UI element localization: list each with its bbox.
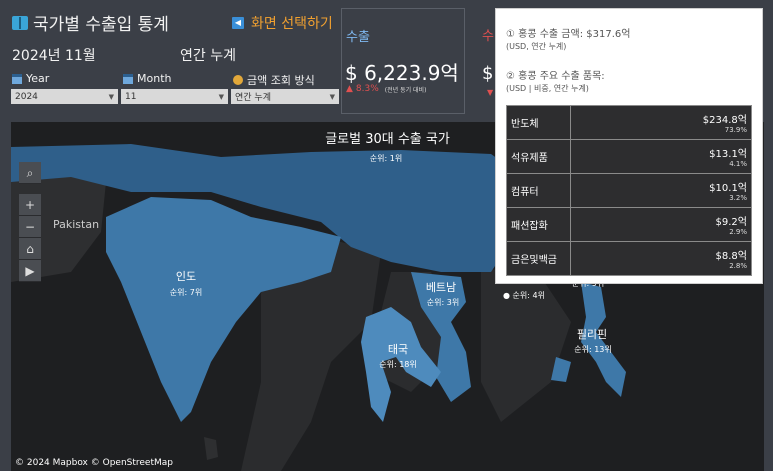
calendar-icon [123, 73, 133, 84]
play-back-icon: ◀ [232, 17, 244, 29]
export-kpi-title: 수출 [346, 30, 370, 45]
month-select[interactable]: 11 ▼ [121, 89, 228, 104]
hongkong-rank-label[interactable]: ● 순위: 4위 [503, 290, 553, 301]
tooltip-export-amount: ① 홍콩 수출 금액: $317.6억 [506, 29, 631, 40]
tooltip-items-table: 반도체 $234.8억 73.9% 석유제품 $13.1억 4.1% 컴퓨터 $10… [506, 105, 752, 276]
period-label: 연간 누계 [180, 48, 236, 64]
zoom-in-button[interactable]: + [19, 194, 41, 216]
search-icon: ⌕ [26, 166, 34, 180]
table-row: 석유제품 $13.1억 4.1% [506, 139, 752, 174]
chevron-down-icon: ▼ [218, 92, 224, 101]
india-name-label[interactable]: 인도 [161, 268, 211, 284]
philippines-name-label[interactable]: 필리핀 [567, 326, 617, 342]
thailand-rank-label[interactable]: 순위: 18위 [366, 359, 430, 370]
play-icon: ▶ [25, 264, 35, 278]
china-rank-label[interactable]: 순위: 1위 [356, 153, 416, 164]
location-dot-icon: ● [503, 291, 510, 300]
amount-mode-filter-label: 금액 조회 방식 [233, 72, 315, 88]
zoom-out-button[interactable]: − [19, 216, 41, 238]
chevron-down-icon: ▼ [108, 92, 114, 101]
year-select[interactable]: 2024 ▼ [11, 89, 118, 104]
tooltip-export-amount-note: (USD, 연간 누계) [506, 42, 567, 51]
hongkong-tooltip: ① 홍콩 수출 금액: $317.6억 (USD, 연간 누계) ② 홍콩 주요… [495, 8, 763, 284]
minus-icon: − [24, 220, 36, 234]
calendar-icon [12, 73, 22, 84]
thailand-name-label[interactable]: 태국 [373, 341, 423, 357]
date-label: 2024년 11월 [12, 48, 96, 64]
export-kpi-change: ▲ 8.3% (전년 동기 대비) [346, 84, 427, 94]
table-row: 금은및백금 $8.8억 2.8% [506, 241, 752, 276]
import-kpi-title: 수 [482, 29, 494, 44]
coin-icon [233, 75, 243, 85]
book-icon [12, 15, 28, 30]
home-icon: ⌂ [26, 242, 34, 256]
map-attribution[interactable]: © 2024 Mapbox © OpenStreetMap [15, 458, 173, 468]
table-row: 반도체 $234.8억 73.9% [506, 105, 752, 140]
tooltip-items-note: (USD | 비중, 연간 누계) [506, 84, 589, 93]
philippines-rank-label[interactable]: 순위: 13위 [561, 344, 625, 355]
table-row: 컴퓨터 $10.1억 3.2% [506, 173, 752, 208]
table-row: 패션잡화 $9.2억 2.9% [506, 207, 752, 242]
map-expand-button[interactable]: ▶ [19, 260, 41, 282]
month-filter-label: Month [123, 72, 171, 85]
tooltip-items-title: ② 홍콩 주요 수출 품목: [506, 71, 605, 82]
page-title: 국가별 수출입 통계 [12, 10, 169, 35]
import-kpi-value: $ [482, 63, 494, 84]
screen-select-button[interactable]: ◀ 화면 선택하기 [232, 13, 333, 33]
page-title-text: 국가별 수출입 통계 [33, 15, 169, 35]
triangle-up-icon: ▲ [346, 84, 353, 94]
triangle-down-icon: ▼ [487, 88, 494, 97]
map-home-button[interactable]: ⌂ [19, 238, 41, 260]
map-controls: ⌕ + − ⌂ ▶ [19, 162, 41, 282]
map-search-button[interactable]: ⌕ [19, 162, 41, 184]
plus-icon: + [24, 198, 36, 212]
india-rank-label[interactable]: 순위: 7위 [156, 287, 216, 298]
pakistan-label: Pakistan [53, 218, 100, 231]
vietnam-rank-label[interactable]: 순위: 3위 [413, 297, 473, 308]
export-kpi-value: $ 6,223.9억 [345, 61, 459, 85]
amount-mode-select[interactable]: 연간 누계 ▼ [231, 89, 339, 104]
export-kpi-card: 수출 $ 6,223.9억 ▲ 8.3% (전년 동기 대비) [341, 8, 465, 114]
chevron-down-icon: ▼ [329, 92, 335, 101]
year-filter-label: Year [12, 72, 49, 85]
screen-select-label: 화면 선택하기 [251, 16, 333, 32]
vietnam-name-label[interactable]: 베트남 [416, 279, 466, 295]
